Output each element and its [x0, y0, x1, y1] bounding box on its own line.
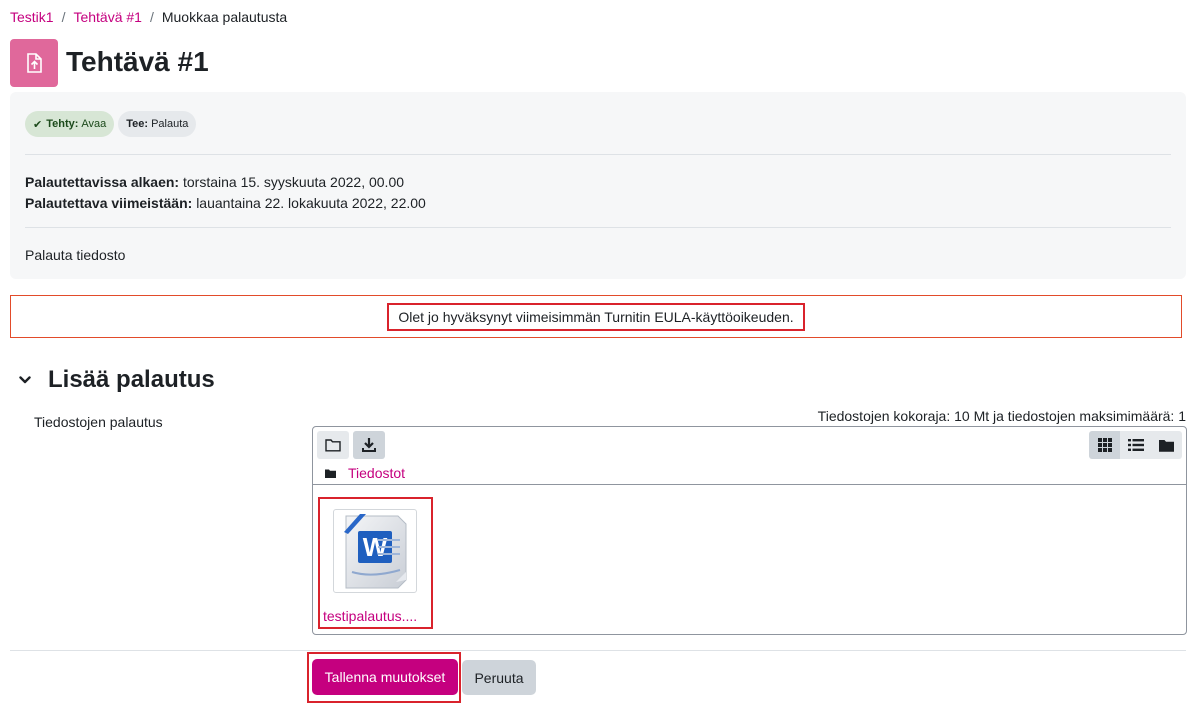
- date-due-label: Palautettava viimeistään:: [25, 195, 193, 211]
- download-icon: [362, 438, 376, 452]
- page-header: Tehtävä #1: [10, 39, 209, 87]
- view-mode-toggle: [1089, 431, 1182, 459]
- activity-description: Palauta tiedosto: [25, 247, 126, 263]
- section-header-toggle[interactable]: Lisää palautus: [18, 366, 215, 394]
- date-due-value: lauantaina 22. lokakuuta 2022, 22.00: [196, 195, 426, 211]
- activity-info-panel: ✔ Tehty: Avaa Tee: Palauta Palautettavis…: [10, 92, 1186, 279]
- breadcrumb-course-link[interactable]: Testik1: [10, 9, 54, 25]
- folder-icon: [325, 469, 336, 478]
- file-item[interactable]: W testipalautus....: [318, 497, 433, 629]
- grid-icon: [1097, 438, 1112, 452]
- status-badge-done: ✔ Tehty: Avaa: [25, 111, 115, 137]
- badge-label: Tee:: [126, 118, 149, 130]
- breadcrumb-assignment-link[interactable]: Tehtävä #1: [73, 9, 142, 25]
- eula-notice: Olet jo hyväksynyt viimeisimmän Turnitin…: [10, 295, 1182, 338]
- download-all-button[interactable]: [353, 431, 385, 459]
- folder-icon: [1159, 439, 1174, 452]
- badge-label: Tehty:: [46, 118, 79, 130]
- word-document-icon: W: [333, 509, 417, 593]
- date-open-value: torstaina 15. syyskuuta 2022, 00.00: [182, 174, 405, 190]
- file-manager-path: Tiedostot: [325, 465, 405, 481]
- upload-limits-text: Tiedostojen kokoraja: 10 Mt ja tiedostoj…: [817, 408, 1186, 424]
- create-folder-button[interactable]: [317, 431, 349, 459]
- cancel-button[interactable]: Peruuta: [462, 660, 536, 695]
- section-title: Lisää palautus: [48, 366, 215, 393]
- badge-value: Avaa: [81, 118, 107, 130]
- file-name-link[interactable]: testipalautus....: [323, 608, 417, 624]
- breadcrumb-separator: /: [149, 9, 154, 25]
- date-due: Palautettava viimeistään: lauantaina 22.…: [25, 193, 426, 214]
- badge-value: Palauta: [151, 118, 189, 130]
- folder-outline-icon: [325, 439, 341, 452]
- save-changes-button[interactable]: Tallenna muutokset: [312, 659, 458, 695]
- view-list-button[interactable]: [1120, 431, 1151, 459]
- view-icons-button[interactable]: [1089, 431, 1120, 459]
- date-open-label: Palautettavissa alkaen:: [25, 174, 180, 190]
- divider: [10, 650, 1186, 651]
- activity-dates: Palautettavissa alkaen: torstaina 15. sy…: [25, 172, 426, 214]
- file-submissions-label: Tiedostojen palautus: [34, 414, 163, 430]
- completion-badges: ✔ Tehty: Avaa Tee: Palauta: [25, 111, 197, 137]
- status-badge-todo: Tee: Palauta: [118, 111, 197, 137]
- file-manager: Tiedostot W testipalautus....: [312, 426, 1187, 635]
- list-icon: [1127, 439, 1144, 451]
- breadcrumb-current: Muokkaa palautusta: [161, 9, 288, 25]
- chevron-down-icon: [19, 376, 31, 384]
- path-root-link[interactable]: Tiedostot: [348, 465, 405, 481]
- divider: [25, 154, 1171, 155]
- breadcrumb: Testik1 / Tehtävä #1 / Muokkaa palautust…: [10, 9, 287, 25]
- check-icon: ✔: [33, 118, 43, 131]
- divider: [25, 227, 1171, 228]
- eula-notice-text: Olet jo hyväksynyt viimeisimmän Turnitin…: [387, 302, 805, 331]
- file-manager-toolbar: Tiedostot: [313, 427, 1186, 485]
- assignment-upload-icon: [10, 39, 58, 87]
- breadcrumb-separator: /: [61, 9, 66, 25]
- page-title: Tehtävä #1: [66, 46, 209, 77]
- view-tree-button[interactable]: [1151, 431, 1182, 459]
- date-open: Palautettavissa alkaen: torstaina 15. sy…: [25, 172, 426, 193]
